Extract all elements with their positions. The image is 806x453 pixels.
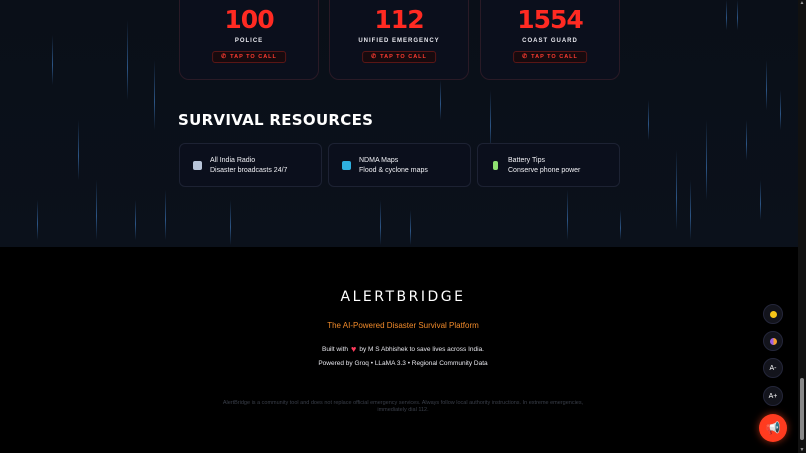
resource-card-radio[interactable]: All India Radio Disaster broadcasts 24/7 xyxy=(179,143,322,187)
rain-streak xyxy=(127,20,128,100)
rain-streak xyxy=(690,180,691,240)
theme-toggle-button[interactable] xyxy=(763,304,783,324)
resource-name: NDMA Maps xyxy=(359,157,399,164)
emergency-number: 112 xyxy=(374,5,424,34)
resource-card-battery[interactable]: Battery Tips Conserve phone power xyxy=(477,143,620,187)
disclaimer: AlertBridge is a community tool and does… xyxy=(222,400,584,413)
rain-streak xyxy=(490,90,491,150)
hero-background: 100 POLICE ✆ TAP TO CALL 112 UNIFIED EMER… xyxy=(0,0,806,247)
emergency-label: COAST GUARD xyxy=(522,38,578,44)
powered-by: Powered by Groq • LLaMA 3.3 • Regional C… xyxy=(318,360,488,367)
heart-icon: ♥ xyxy=(351,344,357,354)
built-prefix: Built with xyxy=(321,346,348,353)
radio-icon xyxy=(193,161,202,170)
built-with-line: Built with ♥ by M S Abhishek to save lives… xyxy=(0,344,806,354)
emergency-label: POLICE xyxy=(234,38,264,44)
tagline: The AI-Powered Disaster Survival Platfor… xyxy=(327,321,479,330)
emergency-number: 1554 xyxy=(517,5,584,34)
rain-streak xyxy=(165,190,166,240)
scrollbar-thumb[interactable] xyxy=(800,378,804,440)
rain-streak xyxy=(230,200,231,245)
sun-icon xyxy=(769,310,777,318)
page-scrollbar[interactable]: ▲ ▼ xyxy=(798,0,806,453)
resource-name: Battery Tips xyxy=(508,157,545,164)
emergency-label: UNIFIED EMERGENCY xyxy=(358,38,440,44)
tap-to-call-label: TAP TO CALL xyxy=(230,54,277,60)
rain-streak xyxy=(620,210,621,240)
phone-icon: ✆ xyxy=(221,54,228,60)
scroll-up-icon[interactable]: ▲ xyxy=(799,0,805,6)
contrast-toggle-button[interactable] xyxy=(763,331,783,351)
map-icon xyxy=(342,161,351,170)
phone-icon: ✆ xyxy=(522,54,529,60)
emergency-number: 100 xyxy=(224,5,274,34)
rain-streak xyxy=(567,190,568,240)
resource-card-ndma[interactable]: NDMA Maps Flood & cyclone maps xyxy=(328,143,471,187)
tap-to-call-button[interactable]: ✆ TAP TO CALL xyxy=(212,51,286,63)
rain-streak xyxy=(676,150,677,230)
rain-streak xyxy=(706,120,707,200)
rain-streak xyxy=(380,200,381,245)
resource-desc: Flood & cyclone maps xyxy=(359,167,428,174)
rain-streak xyxy=(154,60,155,130)
brand-logo: ALERTBRIDGE xyxy=(340,289,466,305)
tap-to-call-label: TAP TO CALL xyxy=(531,54,578,60)
font-increase-button[interactable]: A+ xyxy=(763,386,783,406)
megaphone-icon: 📢 xyxy=(765,421,781,435)
emergency-card-unified[interactable]: 112 UNIFIED EMERGENCY ✆ TAP TO CALL xyxy=(329,0,469,80)
font-decrease-button[interactable]: A- xyxy=(763,358,783,378)
rain-streak xyxy=(78,120,79,180)
section-title: SURVIVAL RESOURCES xyxy=(178,111,374,129)
rain-streak xyxy=(96,180,97,240)
rain-streak xyxy=(52,35,53,85)
rain-streak xyxy=(726,0,727,30)
rain-streak xyxy=(410,210,411,245)
rain-streak xyxy=(37,200,38,240)
built-suffix: by M S Abhishek to save lives across Ind… xyxy=(359,346,484,353)
resource-name: All India Radio xyxy=(210,157,256,164)
rain-streak xyxy=(737,0,738,30)
rain-streak xyxy=(746,120,747,160)
rain-streak xyxy=(648,100,649,140)
emergency-card-coast-guard[interactable]: 1554 COAST GUARD ✆ TAP TO CALL xyxy=(480,0,620,80)
tap-to-call-button[interactable]: ✆ TAP TO CALL xyxy=(362,51,436,63)
tap-to-call-button[interactable]: ✆ TAP TO CALL xyxy=(513,51,587,63)
resource-desc: Disaster broadcasts 24/7 xyxy=(210,167,288,174)
phone-icon: ✆ xyxy=(371,54,378,60)
rain-streak xyxy=(780,90,781,130)
scroll-down-icon[interactable]: ▼ xyxy=(799,447,805,453)
rain-streak xyxy=(440,80,441,120)
resource-desc: Conserve phone power xyxy=(508,167,581,174)
rain-streak xyxy=(135,200,136,240)
sos-button[interactable]: 📢 xyxy=(759,414,787,442)
rain-streak xyxy=(760,180,761,220)
rain-streak xyxy=(766,60,767,110)
battery-icon xyxy=(493,161,498,170)
contrast-icon xyxy=(769,337,777,345)
emergency-card-police[interactable]: 100 POLICE ✆ TAP TO CALL xyxy=(179,0,319,80)
footer: ALERTBRIDGE The AI-Powered Disaster Surv… xyxy=(0,247,806,453)
tap-to-call-label: TAP TO CALL xyxy=(380,54,427,60)
